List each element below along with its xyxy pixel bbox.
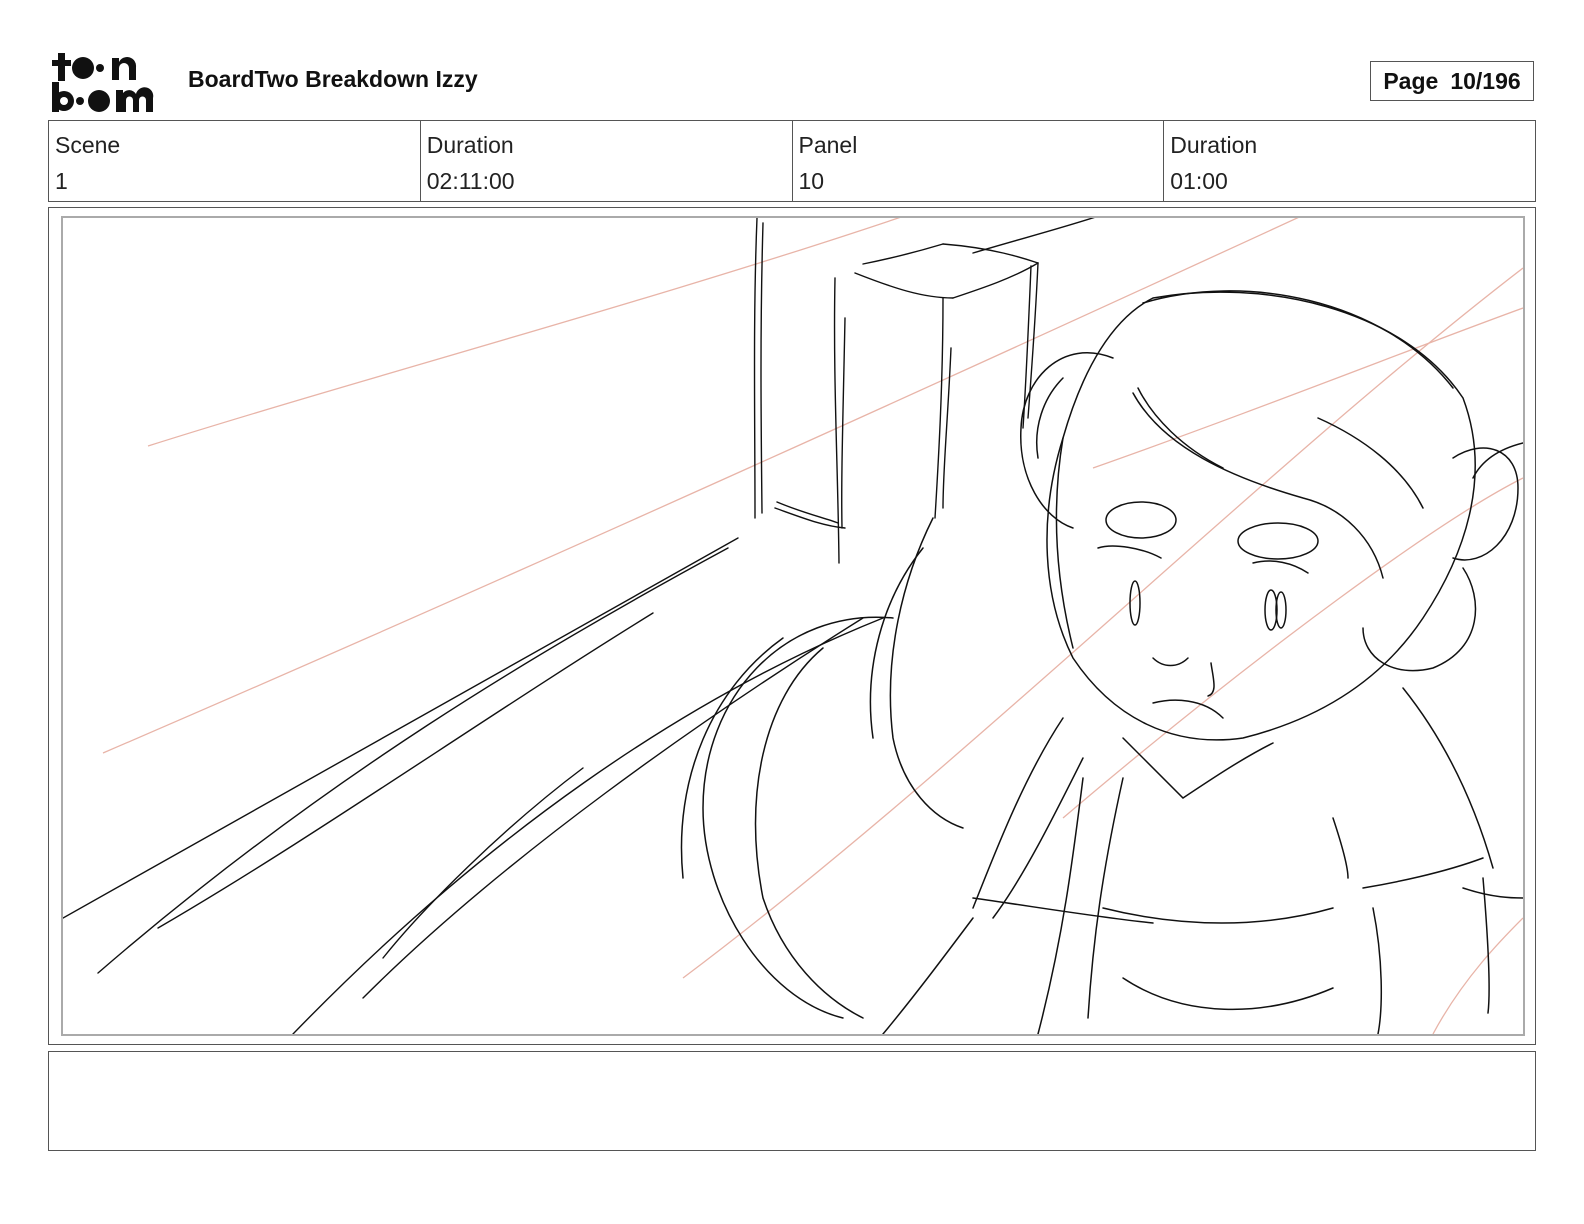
panel-info-table: Scene 1 Duration 02:11:00 Panel 10 Durat… — [48, 120, 1536, 202]
background-lines — [63, 218, 1095, 1034]
storyboard-panel-image — [61, 216, 1525, 1036]
panel-duration-value: 01:00 — [1170, 168, 1228, 194]
panel-label: Panel — [798, 132, 858, 158]
scene-duration-value: 02:11:00 — [426, 168, 515, 194]
character-sketch — [680, 290, 1523, 1034]
toon-boom-logo — [50, 50, 165, 114]
storyboard-panel-frame — [48, 207, 1536, 1045]
light-rays — [102, 218, 1523, 1034]
document-title: BoardTwo Breakdown Izzy — [188, 66, 478, 92]
panel-notes-box — [48, 1051, 1536, 1151]
sketch-drawing — [63, 218, 1523, 1034]
panel-duration-cell: Duration 01:00 — [1164, 121, 1535, 201]
page-label: Page — [1383, 67, 1439, 94]
scene-value: 1 — [55, 168, 68, 194]
scene-duration-cell: Duration 02:11:00 — [421, 121, 793, 201]
scene-cell: Scene 1 — [49, 121, 421, 201]
panel-duration-label: Duration — [1170, 132, 1258, 158]
scene-label: Scene — [55, 132, 121, 158]
page-number: 10/196 — [1450, 67, 1521, 94]
panel-value: 10 — [798, 168, 825, 194]
page-indicator: Page 10/196 — [1370, 61, 1534, 101]
panel-cell: Panel 10 — [793, 121, 1165, 201]
scene-duration-label: Duration — [426, 132, 514, 158]
